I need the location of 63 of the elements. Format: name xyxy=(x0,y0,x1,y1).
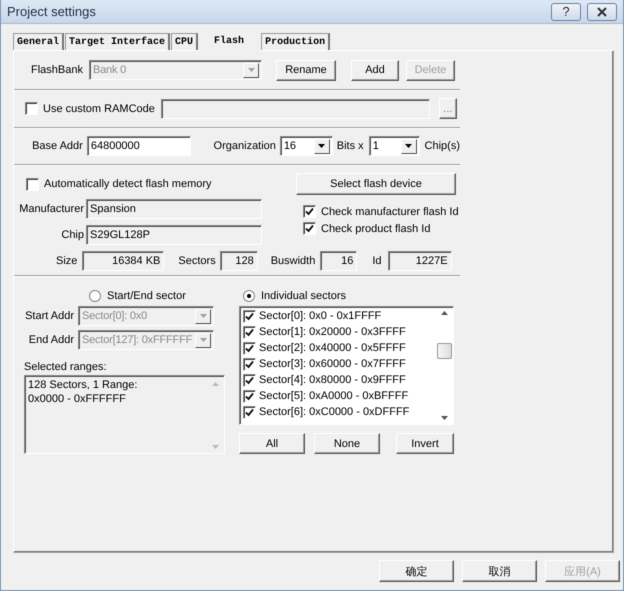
list-button[interactable]: All xyxy=(239,433,305,454)
field-label: Organization xyxy=(214,140,276,152)
checkbox-label: Check product flash Id xyxy=(321,222,430,234)
checkbox-label: Check manufacturer flash Id xyxy=(321,206,459,218)
list-button[interactable]: None xyxy=(314,433,380,454)
field-label: Sectors xyxy=(178,255,216,267)
readout-field: Spansion xyxy=(86,199,262,219)
field-label: FlashBank xyxy=(31,64,84,76)
sector-item[interactable]: Sector[2]: 0x40000 - 0x5FFFF xyxy=(259,342,406,354)
input-field[interactable] xyxy=(160,98,430,118)
scroll-down-arrow-icon[interactable] xyxy=(441,416,448,420)
sector-item[interactable]: Sector[5]: 0xA0000 - 0xBFFFF xyxy=(259,390,408,402)
dialog-button[interactable]: 确定 xyxy=(379,560,454,582)
sector-item[interactable]: Sector[0]: 0x0 - 0x1FFFF xyxy=(259,310,382,322)
field-label: Start Addr xyxy=(24,310,74,322)
field-label: Buswidth xyxy=(270,255,316,267)
field-label: Base Addr xyxy=(31,140,83,152)
dropdown[interactable]: 16 xyxy=(280,136,333,156)
list-button[interactable]: Invert xyxy=(396,433,454,454)
tab[interactable]: Target Interface xyxy=(65,33,170,50)
scroll-thumb[interactable] xyxy=(437,342,452,358)
radio-label: Individual sectors xyxy=(261,290,346,302)
checkbox[interactable] xyxy=(25,102,38,115)
checkbox[interactable] xyxy=(26,178,39,190)
window-title: Project settings xyxy=(7,4,97,19)
sector-item[interactable]: Sector[6]: 0xC0000 - 0xDFFFF xyxy=(259,406,410,418)
checkbox-label: Automatically detect flash memory xyxy=(44,178,212,190)
checkbox-label: Use custom RAMCode xyxy=(43,102,155,114)
field-label: Chip(s) xyxy=(424,140,460,152)
tab[interactable]: Production xyxy=(261,33,330,50)
bank-button[interactable]: Rename xyxy=(276,60,336,80)
field-label: End Addr xyxy=(28,334,74,346)
input-field[interactable]: 64800000 xyxy=(86,136,191,156)
radio-button[interactable] xyxy=(89,290,101,302)
sector-item[interactable]: Sector[3]: 0x60000 - 0x7FFFF xyxy=(259,358,406,370)
sector-item[interactable]: Sector[1]: 0x20000 - 0x3FFFF xyxy=(259,326,406,338)
field-label: Chip xyxy=(60,229,84,241)
tab[interactable]: General xyxy=(13,33,64,50)
dropdown[interactable]: 1 xyxy=(368,136,420,156)
browse-button[interactable]: ... xyxy=(438,98,457,119)
ranges-text: 128 Sectors, 1 Range: 0x0000 - 0xFFFFFF xyxy=(28,378,138,407)
select-device-button[interactable]: Select flash device xyxy=(296,173,456,195)
radio-button[interactable] xyxy=(243,290,255,302)
tab[interactable]: CPU xyxy=(171,33,198,50)
dialog-button[interactable]: 取消 xyxy=(462,560,537,582)
section-label: Selected ranges: xyxy=(24,361,107,373)
close-icon[interactable] xyxy=(587,2,617,20)
checkbox[interactable] xyxy=(303,205,316,218)
scroll-up-arrow-icon[interactable] xyxy=(441,311,448,315)
checkbox[interactable] xyxy=(303,222,316,235)
field-label: Manufacturer xyxy=(18,203,84,215)
sector-item[interactable]: Sector[4]: 0x80000 - 0x9FFFF xyxy=(259,374,406,386)
readout-field: 16384 KB xyxy=(82,251,164,271)
readout-field: 16 xyxy=(320,251,358,271)
field-label: Size xyxy=(56,255,78,267)
readout-field: 1227E xyxy=(388,251,452,271)
help-button[interactable]: ? xyxy=(551,2,581,20)
bank-button[interactable]: Add xyxy=(351,60,399,80)
radio-label: Start/End sector xyxy=(107,290,186,302)
readout-field: S29GL128P xyxy=(86,225,262,245)
field-label: Id xyxy=(372,255,382,267)
field-label: Bits x xyxy=(336,140,364,152)
readout-field: 128 xyxy=(220,251,258,271)
